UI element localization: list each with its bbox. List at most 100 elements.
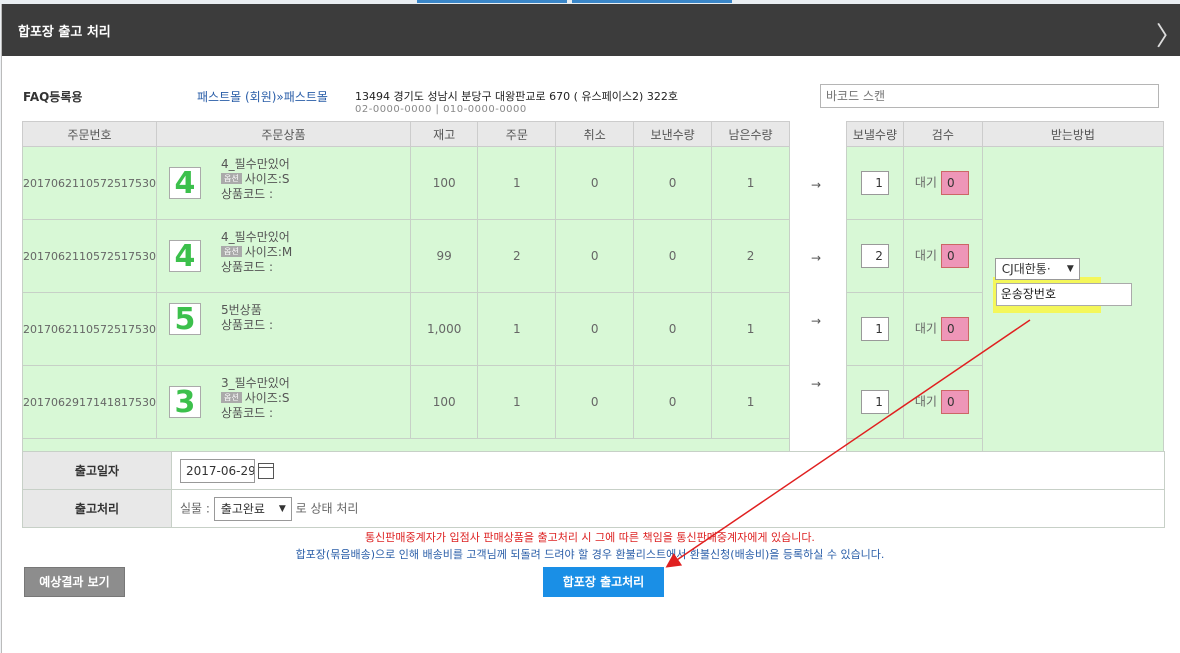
arrow-icon: → <box>811 178 822 192</box>
option-badge: 옵션 <box>220 173 242 184</box>
chevron-down-icon: ▼ <box>278 503 286 514</box>
shipping-address: 13494 경기도 성남시 분당구 대왕판교로 670 ( 유스페이스2) 32… <box>355 90 678 103</box>
ship-date-input[interactable]: 2017-06-29 <box>180 458 255 483</box>
inspection-status: 대기 <box>914 175 937 190</box>
option-badge: 옵션 <box>220 246 242 257</box>
ship-process-prefix: 실물 : <box>180 501 210 515</box>
product-name: 5번상품 <box>220 303 262 317</box>
product-option: 옵션 사이즈:S <box>220 172 290 187</box>
buyer-name: »패스트몰 <box>276 90 328 104</box>
inspection-count[interactable]: 0 <box>940 317 969 341</box>
chevron-down-icon: ▼ <box>1066 264 1074 274</box>
col-sent: 보낸수량 <box>633 121 713 147</box>
order-number[interactable]: 2017062110572517530 <box>22 146 157 220</box>
ship-status-select[interactable]: 출고완료 ▼ <box>213 496 292 521</box>
modal-title: 합포장 출고 처리 <box>18 25 111 40</box>
close-icon[interactable]: 〉 <box>1156 16 1180 53</box>
table-header-row: 주문번호 주문상품 재고 주문 취소 보낸수량 남은수량 <box>22 121 790 147</box>
send-qty-input[interactable]: 1 <box>860 390 889 414</box>
product-thumbnail[interactable]: 4 <box>168 167 201 199</box>
send-qty-cell: 1 <box>846 292 904 366</box>
order-number[interactable]: 2017062917141817530 <box>22 365 157 439</box>
order-qty: 1 <box>477 365 557 439</box>
ship-status-value: 출고완료 <box>220 501 265 516</box>
shipping-process-form: 출고일자 2017-06-29 출고처리 실물 : 출고완료 ▼ 로 상태 처리 <box>22 451 1165 528</box>
table-row: 2017062110572517530 4 4_필수만있어 옵션 사이즈:S 상품… <box>22 146 790 220</box>
inspection-cell: 대기 0 <box>902 146 983 220</box>
col-order-no: 주문번호 <box>22 121 157 147</box>
inspection-count[interactable]: 0 <box>940 390 969 414</box>
product-thumbnail[interactable]: 3 <box>168 386 201 418</box>
buyer-info[interactable]: 패스트몰 (회원)»패스트몰 <box>197 88 328 105</box>
product-name: 4_필수만있어 <box>220 230 290 244</box>
product-code: 상품코드 : <box>220 406 274 420</box>
sent-qty: 0 <box>633 292 713 366</box>
product-cell: 4 4_필수만있어 옵션 사이즈:M 상품코드 : <box>155 219 411 293</box>
send-qty-cell: 1 <box>846 365 904 439</box>
carrier-select[interactable]: CJ대한통· ▼ <box>994 258 1080 280</box>
stock-value: 1,000 <box>409 292 479 366</box>
col-inspection: 검수 <box>902 121 983 147</box>
product-thumbnail[interactable]: 4 <box>168 240 201 272</box>
shipping-qty-table: 보낼수량 검수 받는방법 1 대기 0 CJ대한통· ▼ 운송장번호 2 대기 0 1… <box>846 121 1165 463</box>
order-items-table: 주문번호 주문상품 재고 주문 취소 보낸수량 남은수량 20170621105… <box>22 121 790 463</box>
inspection-cell: 대기 0 <box>902 365 983 439</box>
col-remain: 남은수량 <box>711 121 790 147</box>
store-name: FAQ등록용 <box>23 90 83 104</box>
inspection-cell: 대기 0 <box>902 292 983 366</box>
product-info: 4_필수만있어 옵션 사이즈:M 상품코드 : <box>220 230 293 275</box>
ship-process-suffix: 로 상태 처리 <box>295 501 359 515</box>
order-qty: 1 <box>477 146 557 220</box>
product-cell: 5 5번상품 상품코드 : <box>155 292 411 366</box>
col-delivery-method: 받는방법 <box>981 121 1165 147</box>
col-product: 주문상품 <box>155 121 411 147</box>
background-tab <box>417 0 567 3</box>
inspection-count[interactable]: 0 <box>940 244 969 268</box>
ship-date-label: 출고일자 <box>22 451 172 490</box>
col-stock: 재고 <box>409 121 479 147</box>
option-value: 사이즈:M <box>244 245 293 259</box>
preview-result-button[interactable]: 예상결과 보기 <box>24 567 125 597</box>
cancel-qty: 0 <box>555 219 635 293</box>
table-row: 2017062110572517530 4 4_필수만있어 옵션 사이즈:M 상품… <box>22 219 790 293</box>
arrow-icon: → <box>811 251 822 265</box>
send-qty-cell: 1 <box>846 146 904 220</box>
option-badge: 옵션 <box>220 392 242 403</box>
modal-header: 합포장 출고 처리 〉 <box>2 4 1180 56</box>
cancel-qty: 0 <box>555 365 635 439</box>
arrow-icon: → <box>811 377 822 391</box>
col-send-qty: 보낼수량 <box>846 121 904 147</box>
product-code: 상품코드 : <box>220 187 274 201</box>
option-value: 사이즈:S <box>244 391 290 405</box>
delivery-method-cell: CJ대한통· ▼ 운송장번호 <box>981 146 1165 463</box>
order-number[interactable]: 2017062110572517530 <box>22 292 157 366</box>
ship-date-cell: 2017-06-29 <box>171 451 1165 490</box>
product-code: 상품코드 : <box>220 260 274 274</box>
send-qty-input[interactable]: 1 <box>860 317 889 341</box>
notice-responsibility: 통신판매중계자가 입점사 판매상품을 출고처리 시 그에 따른 책임을 통신판매… <box>365 531 815 544</box>
order-qty: 2 <box>477 219 557 293</box>
inspection-status: 대기 <box>914 321 937 336</box>
send-qty-cell: 2 <box>846 219 904 293</box>
cancel-qty: 0 <box>555 292 635 366</box>
table-row: 2017062110572517530 5 5번상품 상품코드 : 1,000 … <box>22 292 790 366</box>
combined-ship-submit-button[interactable]: 합포장 출고처리 <box>543 567 664 597</box>
product-option: 옵션 사이즈:S <box>220 391 290 406</box>
ship-process-label: 출고처리 <box>22 489 172 528</box>
send-qty-input[interactable]: 1 <box>860 171 889 195</box>
send-qty-input[interactable]: 2 <box>860 244 889 268</box>
inspection-status: 대기 <box>914 248 937 263</box>
order-number[interactable]: 2017062110572517530 <box>22 219 157 293</box>
inspection-count[interactable]: 0 <box>940 171 969 195</box>
product-thumbnail[interactable]: 5 <box>168 303 201 335</box>
remain-qty: 1 <box>711 146 790 220</box>
table-row: 2017062917141817530 3 3_필수만있어 옵션 사이즈:S 상품… <box>22 365 790 439</box>
notice-refund: 합포장(묶음배송)으로 인해 배송비를 고객님께 되돌려 드려야 할 경우 환불… <box>295 548 885 561</box>
product-option: 옵션 사이즈:M <box>220 245 293 260</box>
barcode-scan-input[interactable] <box>820 84 1159 108</box>
tracking-number-input[interactable]: 운송장번호 <box>995 283 1132 306</box>
sent-qty: 0 <box>633 365 713 439</box>
calendar-icon[interactable] <box>258 462 274 479</box>
remain-qty: 2 <box>711 219 790 293</box>
buyer-member: 패스트몰 (회원) <box>197 90 277 104</box>
